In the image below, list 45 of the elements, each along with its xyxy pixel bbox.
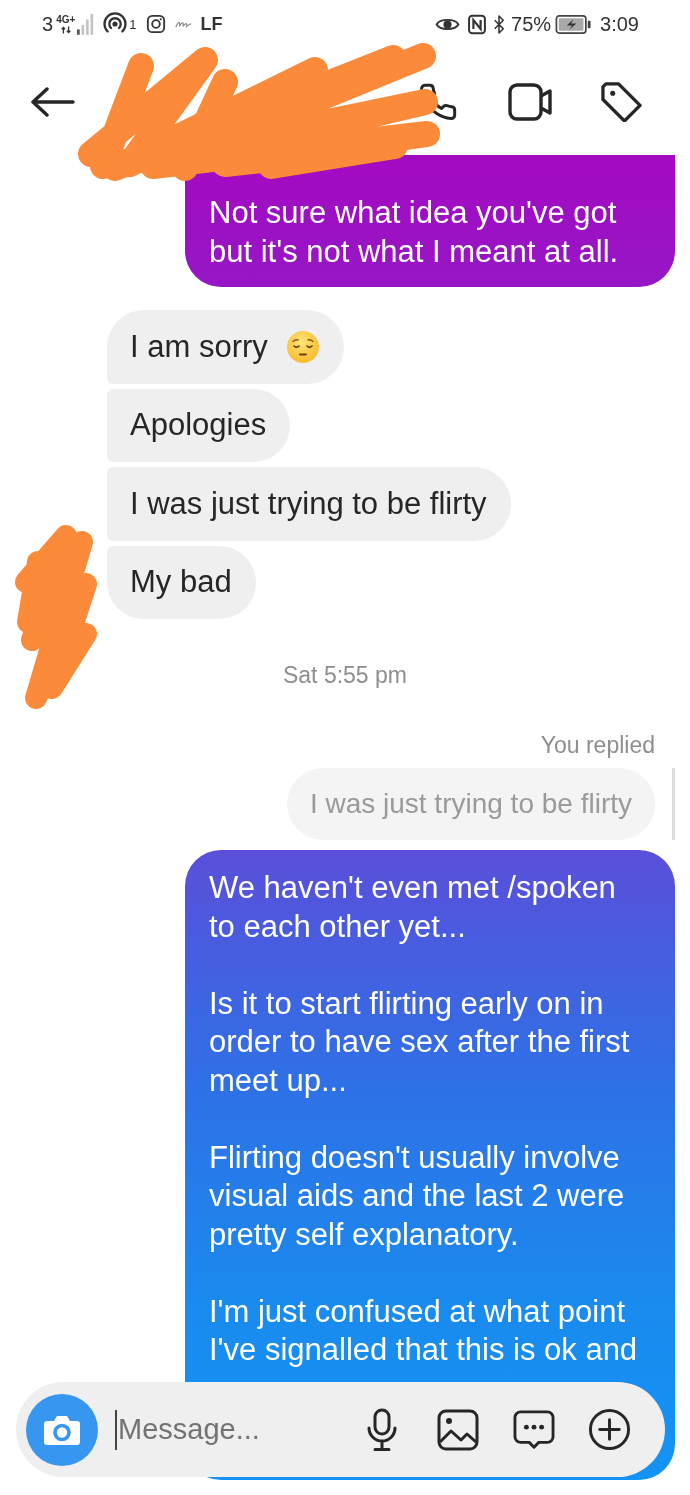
plus-circle-icon (588, 1408, 631, 1451)
message-text: I'm just confused at what point I've signalled that this is ok and (209, 1292, 639, 1369)
clock: 3:09 (600, 12, 639, 36)
message-text: I am sorry (130, 327, 268, 366)
message-text: Is it to start flirting early on in order to have sex after the first meet up... (209, 984, 631, 1100)
add-button[interactable] (588, 1408, 631, 1451)
phone-icon (418, 81, 458, 122)
speech-bubble-icon (513, 1409, 555, 1450)
camera-button[interactable] (26, 1393, 98, 1466)
battery-percent: 75% (511, 12, 552, 36)
battery-icon (555, 14, 593, 34)
back-button[interactable] (31, 86, 75, 117)
message-input[interactable]: Message... (118, 1409, 318, 1450)
timestamp: Sat 5:55 pm (283, 661, 407, 690)
message-text: Apologies (130, 406, 267, 444)
sim-number: 3 (42, 12, 54, 36)
voice-button[interactable] (365, 1407, 399, 1452)
sticker-button[interactable] (513, 1409, 555, 1450)
message-text: Not sure what idea you've got but it's not what I meant at all. (209, 194, 620, 271)
message-text: Flirting doesn't usually involve visual aids and the last 2 were pretty self explanatory. (209, 1138, 626, 1254)
bluetooth-icon (493, 12, 506, 36)
rounded-camera-icon (145, 14, 166, 34)
quoted-message: I was just trying to be flirty (286, 768, 655, 840)
message-text: My bad (130, 563, 232, 601)
call-button[interactable] (418, 81, 458, 122)
image-icon (437, 1408, 479, 1451)
network-type: 4G+ (56, 14, 76, 25)
hotspot-count: 1 (129, 18, 137, 32)
signal-bars-icon (77, 13, 96, 35)
hotspot-icon (103, 12, 128, 36)
video-call-button[interactable] (508, 81, 553, 122)
reply-bar (672, 768, 675, 840)
video-camera-icon (508, 81, 553, 122)
gallery-button[interactable] (437, 1408, 479, 1451)
data-arrows-icon (59, 25, 72, 34)
reply-label: You replied (540, 731, 655, 760)
tag-button[interactable] (600, 81, 643, 122)
status-label: LF (200, 13, 223, 35)
text-cursor (115, 1409, 117, 1450)
message-text: We haven't even met /spoken to each other yet... (209, 869, 617, 946)
nfc-icon (468, 13, 487, 35)
microphone-icon (365, 1407, 399, 1452)
back-arrow-icon (31, 86, 75, 117)
message-text: I was just trying to be flirty (130, 484, 487, 523)
tag-icon (600, 81, 643, 122)
